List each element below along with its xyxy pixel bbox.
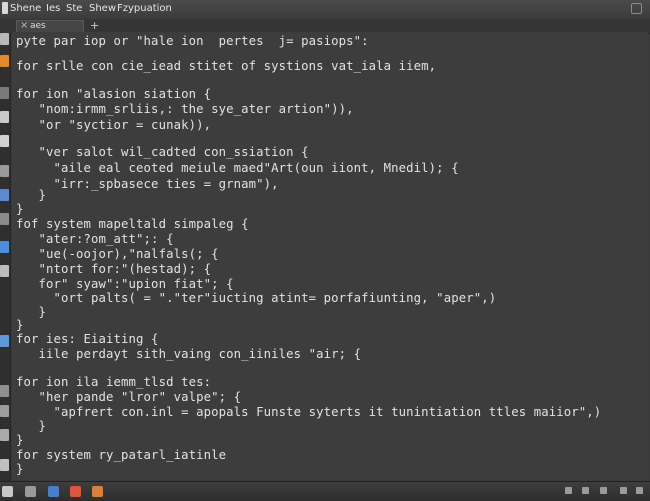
code-line: "ort palts( = "."ter"iucting atint= porf…: [16, 291, 497, 305]
folder-icon[interactable]: [48, 486, 59, 497]
menu-item-fzypuation[interactable]: Fzypuation: [117, 3, 172, 14]
new-tab-button[interactable]: +: [90, 19, 99, 32]
code-line: pyte par iop or "hale ion pertes j= pasi…: [16, 34, 369, 48]
notification-icon[interactable]: [620, 487, 627, 494]
notes-icon[interactable]: [0, 135, 9, 147]
code-line: "ater:?om_att";: {: [16, 232, 174, 246]
code-line: for ies: Eiaiting {: [16, 332, 159, 346]
code-line: }: [16, 433, 24, 447]
volume-icon[interactable]: [582, 487, 589, 494]
code-line: }: [16, 188, 47, 202]
code-line: for" syaw":"upion fiat"; {: [16, 277, 234, 291]
code-line: "apfrert con.inl = apopals Funste sytert…: [16, 405, 602, 419]
code-line: iile perdayt sith_vaing con_iiniles "air…: [16, 347, 362, 361]
document-icon[interactable]: [0, 111, 9, 123]
menu-item-shew[interactable]: Shew: [89, 3, 116, 14]
code-line: "or "syctior = cunak)),: [16, 118, 212, 132]
close-tab-icon[interactable]: ×: [20, 20, 28, 31]
taskbar: [0, 481, 650, 501]
window-close-icon[interactable]: [631, 3, 642, 14]
gear-icon[interactable]: [0, 459, 9, 471]
code-line: for system ry_patarl_iatinle: [16, 448, 227, 462]
code-line: "her pande "lror" valpe"; {: [16, 390, 242, 404]
search-icon[interactable]: [0, 87, 9, 99]
window-icon[interactable]: [25, 486, 36, 497]
code-line: "nom:irmm_srliis,: the sye_ater artion")…: [16, 102, 354, 116]
link-icon[interactable]: [0, 405, 9, 417]
list-icon[interactable]: [0, 385, 9, 397]
code-line: "aile eal ceoted meiule maed"Art(oun iio…: [16, 161, 459, 175]
terminal-icon[interactable]: [0, 189, 9, 201]
network-icon[interactable]: [565, 487, 572, 494]
code-line: "ver salot wil_cadted con_ssiation {: [16, 145, 309, 159]
pencil-icon[interactable]: [0, 265, 9, 277]
code-line: for srlle con cie_iead stitet of systion…: [16, 59, 437, 73]
tools-icon[interactable]: [0, 213, 9, 225]
menu-item-shene[interactable]: Shene: [10, 3, 41, 14]
left-dock: [0, 33, 11, 481]
settings-icon[interactable]: [0, 165, 9, 177]
files-icon[interactable]: [0, 55, 9, 67]
home-icon[interactable]: [0, 33, 9, 45]
app-logo-icon: [2, 2, 8, 14]
code-line: "irr:_spbasece ties = grnam"),: [16, 177, 279, 191]
code-line: "ntort for:"(hestad); {: [16, 262, 212, 276]
tab-label: aes: [30, 21, 46, 31]
menu-bar: Shene Ies Ste Shew Fzypuation: [0, 0, 650, 20]
code-editor[interactable]: pyte par iop or "hale ion pertes j= pasi…: [12, 32, 648, 480]
browser-icon[interactable]: [70, 486, 81, 497]
code-line: for ion "alasion siation {: [16, 87, 212, 101]
code-line: }: [16, 318, 24, 332]
info-icon[interactable]: [0, 429, 9, 441]
code-line: }: [16, 462, 24, 476]
code-line: for ion ila iemm_tlsd tes:: [16, 375, 212, 389]
brush-icon[interactable]: [0, 241, 9, 253]
battery-icon[interactable]: [600, 487, 607, 494]
code-line: "ue(-oojor),"nalfals(; {: [16, 247, 219, 261]
clock-icon[interactable]: [636, 487, 643, 494]
bookmark-icon[interactable]: [0, 335, 9, 347]
start-icon[interactable]: [2, 486, 13, 497]
editor-icon[interactable]: [92, 486, 103, 497]
code-line: }: [16, 419, 47, 433]
code-line: fof system mapeltald simpaleg {: [16, 217, 249, 231]
menu-item-ies[interactable]: Ies: [46, 3, 60, 14]
code-line: }: [16, 202, 24, 216]
menu-item-ste[interactable]: Ste: [66, 3, 82, 14]
